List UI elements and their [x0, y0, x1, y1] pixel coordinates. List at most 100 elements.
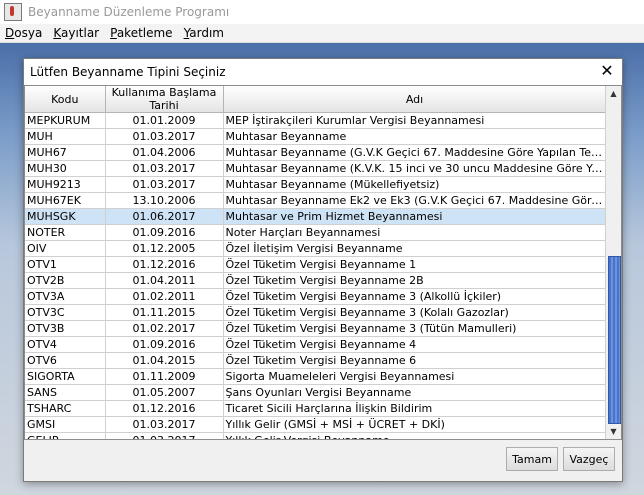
- cell-kodu: OTV2B: [25, 272, 106, 289]
- table-row[interactable]: OTV3A 01.02.2011 Özel Tüketim Vergisi Beya…: [25, 288, 607, 305]
- cell-name: Özel Tüketim Vergisi Beyanname 6: [223, 352, 607, 369]
- menu-yardim-rest: ardım: [189, 26, 224, 40]
- cell-kodu: OTV3A: [25, 288, 106, 305]
- cell-kodu: MUH: [25, 128, 106, 145]
- cell-name: Özel İletişim Vergisi Beyanname: [223, 240, 607, 257]
- cell-kodu: OTV4: [25, 336, 106, 353]
- table-row[interactable]: OTV3C 01.11.2015 Özel Tüketim Vergisi Beya…: [25, 304, 607, 321]
- cell-kodu: OTV3C: [25, 304, 106, 321]
- cell-name: Özel Tüketim Vergisi Beyanname 1: [223, 256, 607, 273]
- scroll-up-arrow-icon[interactable]: ▲: [606, 86, 621, 101]
- cell-start-date: 01.06.2017: [105, 208, 224, 225]
- cell-kodu: NOTER: [25, 224, 106, 241]
- table-row[interactable]: OTV3B 01.02.2017 Özel Tüketim Vergisi Beya…: [25, 320, 607, 337]
- cell-name: Ticaret Sicili Harçlarına İlişkin Bildir…: [223, 400, 607, 417]
- cell-start-date: 01.12.2016: [105, 400, 224, 417]
- cell-start-date: 01.04.2015: [105, 352, 224, 369]
- table-row[interactable]: SIGORTA 01.11.2009 Sigorta Muameleleri Ver…: [25, 368, 607, 385]
- cell-name: Özel Tüketim Vergisi Beyanname 3 (Tütün …: [223, 320, 607, 337]
- declaration-table: Kodu Kullanıma Başlama Tarihi Adı MEPKUR…: [24, 85, 622, 440]
- menu-yardim[interactable]: Yardım: [184, 26, 224, 40]
- cell-name: Muhtasar Beyanname Ek2 ve Ek3 (G.V.K Geç…: [223, 192, 607, 209]
- cell-start-date: 01.12.2016: [105, 256, 224, 273]
- cell-start-date: 01.02.2011: [105, 288, 224, 305]
- table-row[interactable]: GMSI 01.03.2017 Yıllık Gelir (GMSİ + MSİ +…: [25, 416, 607, 433]
- table-row[interactable]: OTV4 01.09.2016 Özel Tüketim Vergisi Beyan…: [25, 336, 607, 353]
- cell-name: Muhtasar Beyanname: [223, 128, 607, 145]
- menu-kayitlar-rest: ayıtlar: [60, 26, 100, 40]
- cell-start-date: 01.04.2011: [105, 272, 224, 289]
- table-row[interactable]: TSHARC 01.12.2016 Ticaret Sicili Harçların…: [25, 400, 607, 417]
- menu-kayitlar-underlined: K: [53, 26, 61, 40]
- menu-paketleme-rest: aketleme: [116, 26, 173, 40]
- cell-kodu: MUH9213: [25, 176, 106, 193]
- cell-kodu: MUHSGK: [25, 208, 106, 225]
- cell-name: Özel Tüketim Vergisi Beyanname 3 (Kolalı…: [223, 304, 607, 321]
- cell-start-date: 01.03.2017: [105, 176, 224, 193]
- table-row[interactable]: MUH30 01.03.2017 Muhtasar Beyanname (K.V.K…: [25, 160, 607, 177]
- cell-name: Yıllık Gelir Vergisi Beyanname: [223, 432, 607, 439]
- table-row[interactable]: OTV2B 01.04.2011 Özel Tüketim Vergisi Beya…: [25, 272, 607, 289]
- cell-kodu: TSHARC: [25, 400, 106, 417]
- cell-start-date: 01.03.2017: [105, 432, 224, 439]
- cell-name: MEP İştirakçileri Kurumlar Vergisi Beyan…: [223, 112, 607, 129]
- menu-kayitlar[interactable]: Kayıtlar: [53, 26, 99, 40]
- table-row[interactable]: MUH67 01.04.2006 Muhtasar Beyanname (G.V.K…: [25, 144, 607, 161]
- table-row[interactable]: OTV1 01.12.2016 Özel Tüketim Vergisi Beyan…: [25, 256, 607, 273]
- column-header-start-date[interactable]: Kullanıma Başlama Tarihi: [105, 86, 224, 113]
- dialog-titlebar: Lütfen Beyanname Tipini Seçiniz ✕: [24, 59, 622, 85]
- cell-start-date: 01.11.2009: [105, 368, 224, 385]
- cell-start-date: 01.01.2009: [105, 112, 224, 129]
- ok-button[interactable]: Tamam: [506, 447, 558, 471]
- table-row[interactable]: MEPKURUM 01.01.2009 MEP İştirakçileri Kuru…: [25, 112, 607, 129]
- cell-name: Noter Harçları Beyannamesi: [223, 224, 607, 241]
- table-header-row: Kodu Kullanıma Başlama Tarihi Adı: [25, 86, 607, 113]
- cell-name: Özel Tüketim Vergisi Beyanname 4: [223, 336, 607, 353]
- table-row[interactable]: MUH67EK 13.10.2006 Muhtasar Beyanname Ek2 …: [25, 192, 607, 209]
- declaration-type-dialog: Lütfen Beyanname Tipini Seçiniz ✕ Kodu K…: [23, 58, 623, 482]
- cancel-button[interactable]: Vazgeç: [563, 447, 615, 471]
- dialog-title: Lütfen Beyanname Tipini Seçiniz: [30, 65, 226, 79]
- window-title: Beyanname Düzenleme Programı: [28, 5, 230, 19]
- cell-kodu: MUH67: [25, 144, 106, 161]
- menu-paketleme[interactable]: Paketleme: [110, 26, 172, 40]
- menu-bar: Dosya Kayıtlar Paketleme Yardım: [0, 24, 644, 43]
- cell-start-date: 01.03.2017: [105, 128, 224, 145]
- java-app-icon: [4, 3, 22, 21]
- cell-kodu: GELIR: [25, 432, 106, 439]
- close-icon[interactable]: ✕: [598, 62, 616, 80]
- main-titlebar: Beyanname Düzenleme Programı: [0, 0, 644, 24]
- column-header-kodu[interactable]: Kodu: [25, 86, 106, 113]
- cell-name: Muhtasar ve Prim Hizmet Beyannamesi: [223, 208, 607, 225]
- cell-start-date: 13.10.2006: [105, 192, 224, 209]
- table-row[interactable]: MUHSGK 01.06.2017 Muhtasar ve Prim Hizmet …: [25, 208, 607, 225]
- table-row[interactable]: MUH9213 01.03.2017 Muhtasar Beyanname (Mük…: [25, 176, 607, 193]
- cell-name: Özel Tüketim Vergisi Beyanname 3 (Alkoll…: [223, 288, 607, 305]
- cell-start-date: 01.12.2005: [105, 240, 224, 257]
- table-row[interactable]: OIV 01.12.2005 Özel İletişim Vergisi Beyan…: [25, 240, 607, 257]
- scroll-thumb[interactable]: [608, 256, 621, 424]
- cell-kodu: SANS: [25, 384, 106, 401]
- cell-kodu: OTV3B: [25, 320, 106, 337]
- table-row[interactable]: OTV6 01.04.2015 Özel Tüketim Vergisi Beyan…: [25, 352, 607, 369]
- cell-name: Muhtasar Beyanname (G.V.K Geçici 67. Mad…: [223, 144, 607, 161]
- vertical-scrollbar[interactable]: ▲ ▼: [605, 86, 621, 439]
- scroll-down-arrow-icon[interactable]: ▼: [606, 424, 621, 439]
- cell-start-date: 01.04.2006: [105, 144, 224, 161]
- cell-start-date: 01.05.2007: [105, 384, 224, 401]
- cell-kodu: MUH67EK: [25, 192, 106, 209]
- column-header-name[interactable]: Adı: [223, 86, 607, 113]
- cell-kodu: GMSI: [25, 416, 106, 433]
- cell-start-date: 01.03.2017: [105, 160, 224, 177]
- menu-dosya-underlined: D: [5, 26, 15, 40]
- cell-start-date: 01.03.2017: [105, 416, 224, 433]
- cell-start-date: 01.09.2016: [105, 336, 224, 353]
- table-row[interactable]: GELIR01.03.2017Yıllık Gelir Vergisi Beya…: [25, 432, 607, 439]
- table-row[interactable]: MUH 01.03.2017 Muhtasar Beyanname: [25, 128, 607, 145]
- menu-dosya[interactable]: Dosya: [5, 26, 42, 40]
- cell-kodu: MEPKURUM: [25, 112, 106, 129]
- table-row[interactable]: NOTER 01.09.2016 Noter Harçları Beyannames…: [25, 224, 607, 241]
- cell-name: Muhtasar Beyanname (Mükellefiyetsiz): [223, 176, 607, 193]
- table-row[interactable]: SANS 01.05.2007 Şans Oyunları Vergisi Beya…: [25, 384, 607, 401]
- cell-kodu: MUH30: [25, 160, 106, 177]
